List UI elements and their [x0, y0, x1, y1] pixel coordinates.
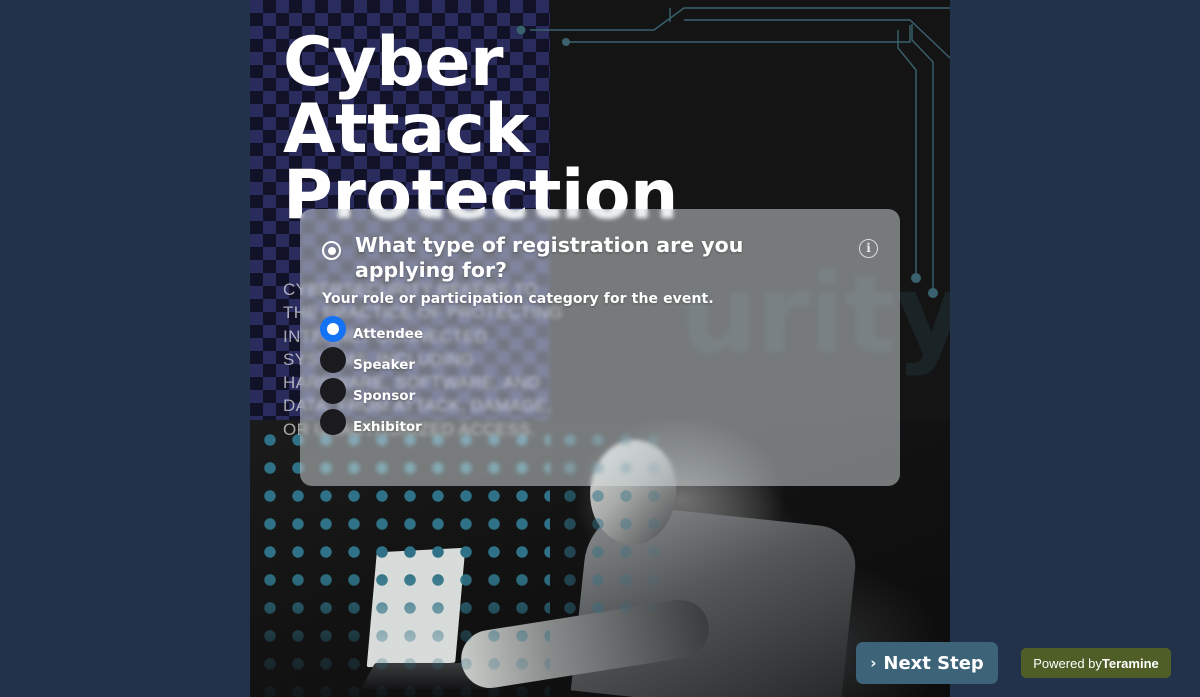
radio-button-sponsor[interactable]	[320, 378, 346, 404]
laptop-screen-shape	[366, 547, 466, 668]
chevron-right-icon: ›	[870, 654, 877, 672]
question-label: What type of registration are you applyi…	[355, 233, 744, 282]
question-helper-text: Your role or participation category for …	[322, 291, 714, 307]
registration-type-radio-group: Attendee Speaker Sponsor Exhibitor	[320, 314, 720, 438]
powered-by-prefix: Powered by	[1033, 655, 1102, 671]
next-step-label: Next Step	[883, 652, 984, 674]
option-exhibitor[interactable]: Exhibitor	[320, 407, 720, 438]
option-label-sponsor: Sponsor	[353, 388, 416, 404]
next-step-button[interactable]: › Next Step	[856, 642, 998, 684]
radio-button-exhibitor[interactable]	[320, 409, 346, 435]
option-label-speaker: Speaker	[353, 357, 416, 373]
radio-button-attendee[interactable]	[320, 316, 346, 342]
page-title: Cyber Attack Protection	[283, 23, 678, 236]
page-root: urity Cyber Attack Protection Cybersecur…	[0, 0, 1200, 697]
registration-question-modal: What type of registration are you applyi…	[300, 209, 900, 486]
powered-by-badge[interactable]: Powered by Teramine	[1021, 648, 1171, 678]
option-sponsor[interactable]: Sponsor	[320, 376, 720, 407]
option-attendee[interactable]: Attendee	[320, 314, 720, 345]
info-icon[interactable]: i	[859, 239, 878, 258]
radio-button-speaker[interactable]	[320, 347, 346, 373]
radio-selected-icon	[322, 241, 341, 260]
option-speaker[interactable]: Speaker	[320, 345, 720, 376]
question-row: What type of registration are you applyi…	[322, 233, 880, 282]
option-label-exhibitor: Exhibitor	[353, 419, 422, 435]
powered-by-brand: Teramine	[1101, 655, 1159, 671]
option-label-attendee: Attendee	[353, 326, 424, 342]
